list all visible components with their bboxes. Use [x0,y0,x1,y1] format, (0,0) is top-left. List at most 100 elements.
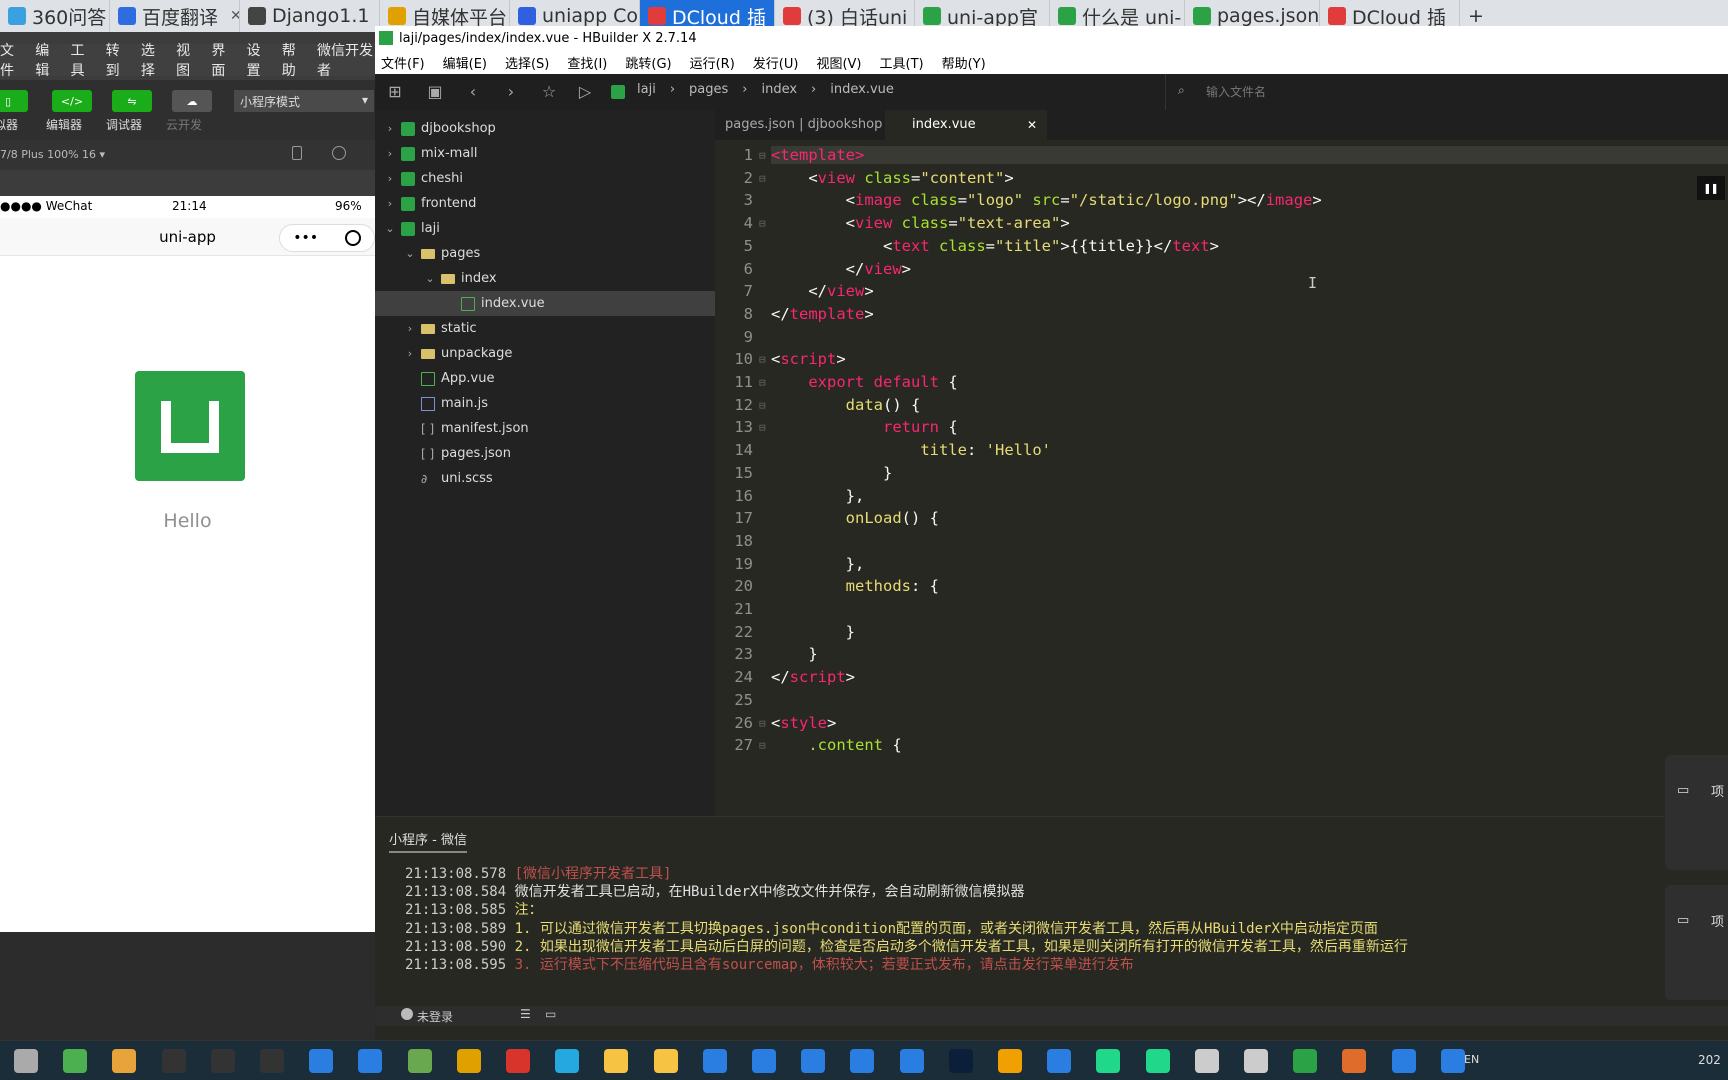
menu-item[interactable]: 视图(V) [816,53,861,72]
file-search-input[interactable]: ⌕ 输入文件名 [1165,74,1725,110]
taskbar-app-icon[interactable] [752,1049,776,1073]
taskbar-app-icon[interactable] [407,1049,432,1073]
more-dots-icon[interactable]: ••• [293,231,318,245]
taskbar-app-icon[interactable] [1047,1049,1072,1073]
taskbar-app-icon[interactable] [1194,1049,1219,1073]
taskbar-app-icon[interactable] [850,1049,875,1073]
notification-card[interactable]: ▭ 项 [1665,755,1728,870]
tab-pages-json[interactable]: pages.json | djbookshop [715,110,892,140]
chevron-icon[interactable]: › [403,316,417,341]
menu-item[interactable]: 跳转(G) [625,53,671,72]
tree-item-index[interactable]: ⌄ index [375,266,715,291]
phone-icon[interactable]: ▯ [0,90,28,112]
tree-item-frontend[interactable]: › frontend [375,191,715,216]
capsule-button[interactable]: ••• [279,224,375,252]
save-icon[interactable]: ▣ [425,82,445,102]
taskbar-app-icon[interactable] [260,1049,284,1073]
breadcrumb-item[interactable]: laji [637,82,656,97]
cloud-icon[interactable]: ☁ [172,90,212,112]
console-icon[interactable]: ▭ [545,1007,556,1021]
taskbar-app-icon[interactable] [63,1049,88,1073]
fold-icon[interactable]: ⊟ [759,421,766,434]
wx-menu-item[interactable]: 微信开发者 [317,40,375,80]
chevron-icon[interactable]: ⌄ [423,266,437,291]
taskbar-app-icon[interactable] [210,1049,235,1073]
taskbar-app-icon[interactable] [998,1049,1022,1073]
chevron-icon[interactable]: ⌄ [403,241,417,266]
tree-item-pages[interactable]: ⌄ pages [375,241,715,266]
taskbar-app-icon[interactable] [653,1049,678,1073]
taskbar-app-icon[interactable] [14,1049,38,1073]
taskbar-app-icon[interactable] [309,1049,334,1073]
menu-item[interactable]: 选择(S) [505,53,549,72]
tree-item-uni-scss[interactable]: ∂ uni.scss [375,466,715,491]
wx-menu-item[interactable]: 视图 [176,40,199,80]
chevron-icon[interactable]: › [403,341,417,366]
list-icon[interactable]: ☰ [520,1007,531,1021]
menu-item[interactable]: 工具(T) [880,53,924,72]
taskbar-app-icon[interactable] [1293,1049,1318,1073]
run-icon[interactable]: ▷ [575,82,595,102]
chevron-icon[interactable]: › [383,191,397,216]
taskbar-app-icon[interactable] [1145,1049,1170,1073]
menu-item[interactable]: 运行(R) [690,53,735,72]
taskbar-app-icon[interactable] [456,1049,481,1073]
record-icon[interactable] [332,146,346,160]
taskbar-app-icon[interactable] [1244,1049,1268,1073]
pause-button[interactable]: ❚❚ [1697,176,1725,200]
menu-item[interactable]: 文件(F) [381,53,425,72]
close-icon[interactable]: ✕ [1027,110,1037,140]
wx-menu-item[interactable]: 转到 [106,40,129,80]
menu-item[interactable]: 发行(U) [753,53,799,72]
forward-icon[interactable]: › [501,82,521,102]
chevron-icon[interactable]: › [383,116,397,141]
wx-menu-item[interactable]: 编辑 [35,40,58,80]
taskbar-app-icon[interactable] [702,1049,727,1073]
taskbar-app-icon[interactable] [1096,1049,1121,1073]
tree-item-manifest-json[interactable]: [ ] manifest.json [375,416,715,441]
back-icon[interactable]: ‹ [463,82,483,102]
taskbar-app-icon[interactable] [1440,1049,1465,1073]
fold-icon[interactable]: ⊟ [759,739,766,752]
tree-item-laji[interactable]: ⌄ laji [375,216,715,241]
code-editor[interactable]: 1 ⊟ <template> 2 ⊟ <view class="content"> 3 <… [715,140,1728,816]
chevron-icon[interactable]: ⌄ [383,216,397,241]
wx-menu-item[interactable]: 文件 [0,40,23,80]
taskbar-app-icon[interactable] [604,1049,629,1073]
taskbar-app-icon[interactable] [358,1049,383,1073]
code-icon[interactable]: </> [52,90,92,112]
tree-item-cheshi[interactable]: › cheshi [375,166,715,191]
device-select[interactable]: 7/8 Plus 100% 16 ▾ [0,148,105,161]
taskbar-app-icon[interactable] [112,1049,137,1073]
tree-item-static[interactable]: › static [375,316,715,341]
tree-item-index-vue[interactable]: index.vue [375,291,715,316]
fold-icon[interactable]: ⊟ [759,149,766,162]
fold-icon[interactable]: ⊟ [759,353,766,366]
console-tab[interactable]: 小程序 - 微信 [389,829,467,853]
wx-menu-item[interactable]: 设置 [247,40,270,80]
menu-item[interactable]: 编辑(E) [443,53,487,72]
fold-icon[interactable]: ⊟ [759,172,766,185]
tree-item-App-vue[interactable]: App.vue [375,366,715,391]
taskbar-app-icon[interactable] [1391,1049,1416,1073]
language-indicator[interactable]: EN [1464,1053,1479,1066]
browser-tab[interactable]: 360问答 - ·✕ [0,0,110,32]
breadcrumb-item[interactable]: pages [689,82,728,97]
close-icon[interactable]: ✕ [1452,8,1459,24]
fold-icon[interactable]: ⊟ [759,217,766,230]
chevron-icon[interactable]: › [383,166,397,191]
taskbar-app-icon[interactable] [948,1049,973,1073]
notification-card[interactable]: ▭ 项 [1665,885,1728,1000]
tab-index-vue[interactable]: index.vue ✕ [885,110,1047,140]
tree-item-unpackage[interactable]: › unpackage [375,341,715,366]
close-icon[interactable]: ✕ [224,8,239,24]
taskbar-app-icon[interactable] [555,1049,580,1073]
breadcrumb-item[interactable]: index.vue [830,82,894,97]
taskbar-app-icon[interactable] [801,1049,826,1073]
browser-tab[interactable]: 百度翻译 ✕ [110,0,240,32]
debug-icon[interactable]: ⇋ [112,90,152,112]
taskbar-app-icon[interactable] [161,1049,186,1073]
star-icon[interactable]: ☆ [539,82,559,102]
tree-item-mix-mall[interactable]: › mix-mall [375,141,715,166]
fold-icon[interactable]: ⊟ [759,399,766,412]
